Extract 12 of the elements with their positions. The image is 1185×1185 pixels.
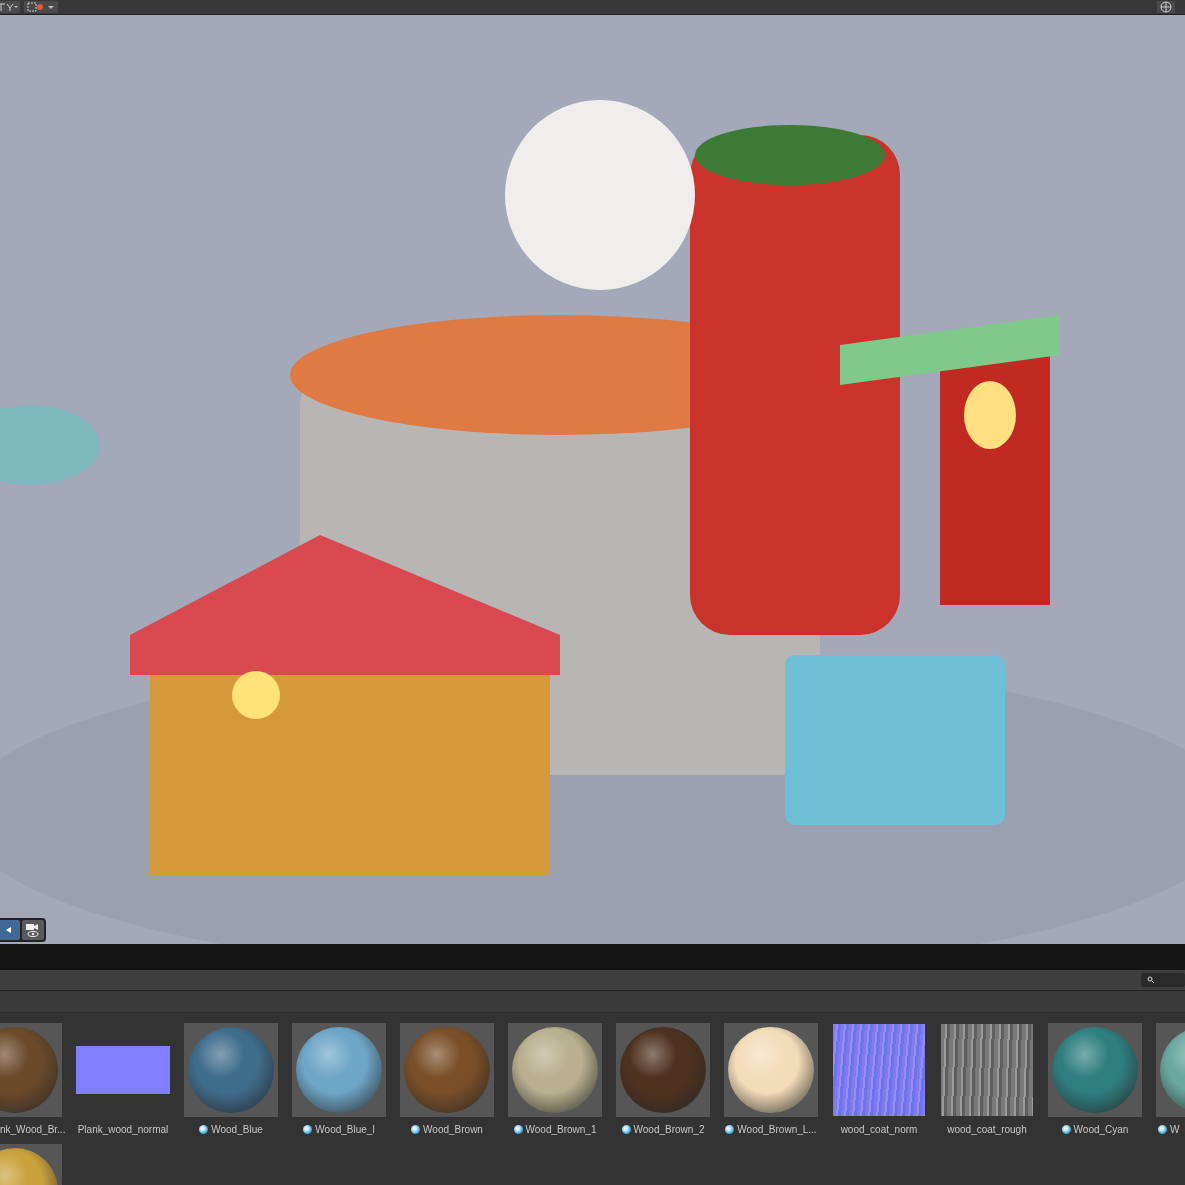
asset-label[interactable]: Wood_Brown_1 (513, 1122, 597, 1136)
asset-label[interactable]: wood_coat_rough (947, 1122, 1027, 1136)
asset-label[interactable]: W (1158, 1122, 1180, 1136)
asset-label[interactable]: Plank_wood_normal (77, 1122, 169, 1136)
asset-label[interactable]: nk_Wood_Br... (0, 1122, 66, 1136)
asset-label[interactable]: Wood_Cyan (1061, 1122, 1129, 1136)
asset-label[interactable]: Wood_Brown_2 (621, 1122, 705, 1136)
asset-label[interactable]: wood_coat_norm (840, 1122, 918, 1136)
asset-label[interactable]: Wood_Brown_L... (725, 1122, 817, 1136)
asset-label[interactable]: Wood_Blue_l (303, 1122, 375, 1136)
asset-label[interactable]: Wood_Brown (411, 1122, 483, 1136)
asset-label[interactable]: Wood_Blue (199, 1122, 263, 1136)
